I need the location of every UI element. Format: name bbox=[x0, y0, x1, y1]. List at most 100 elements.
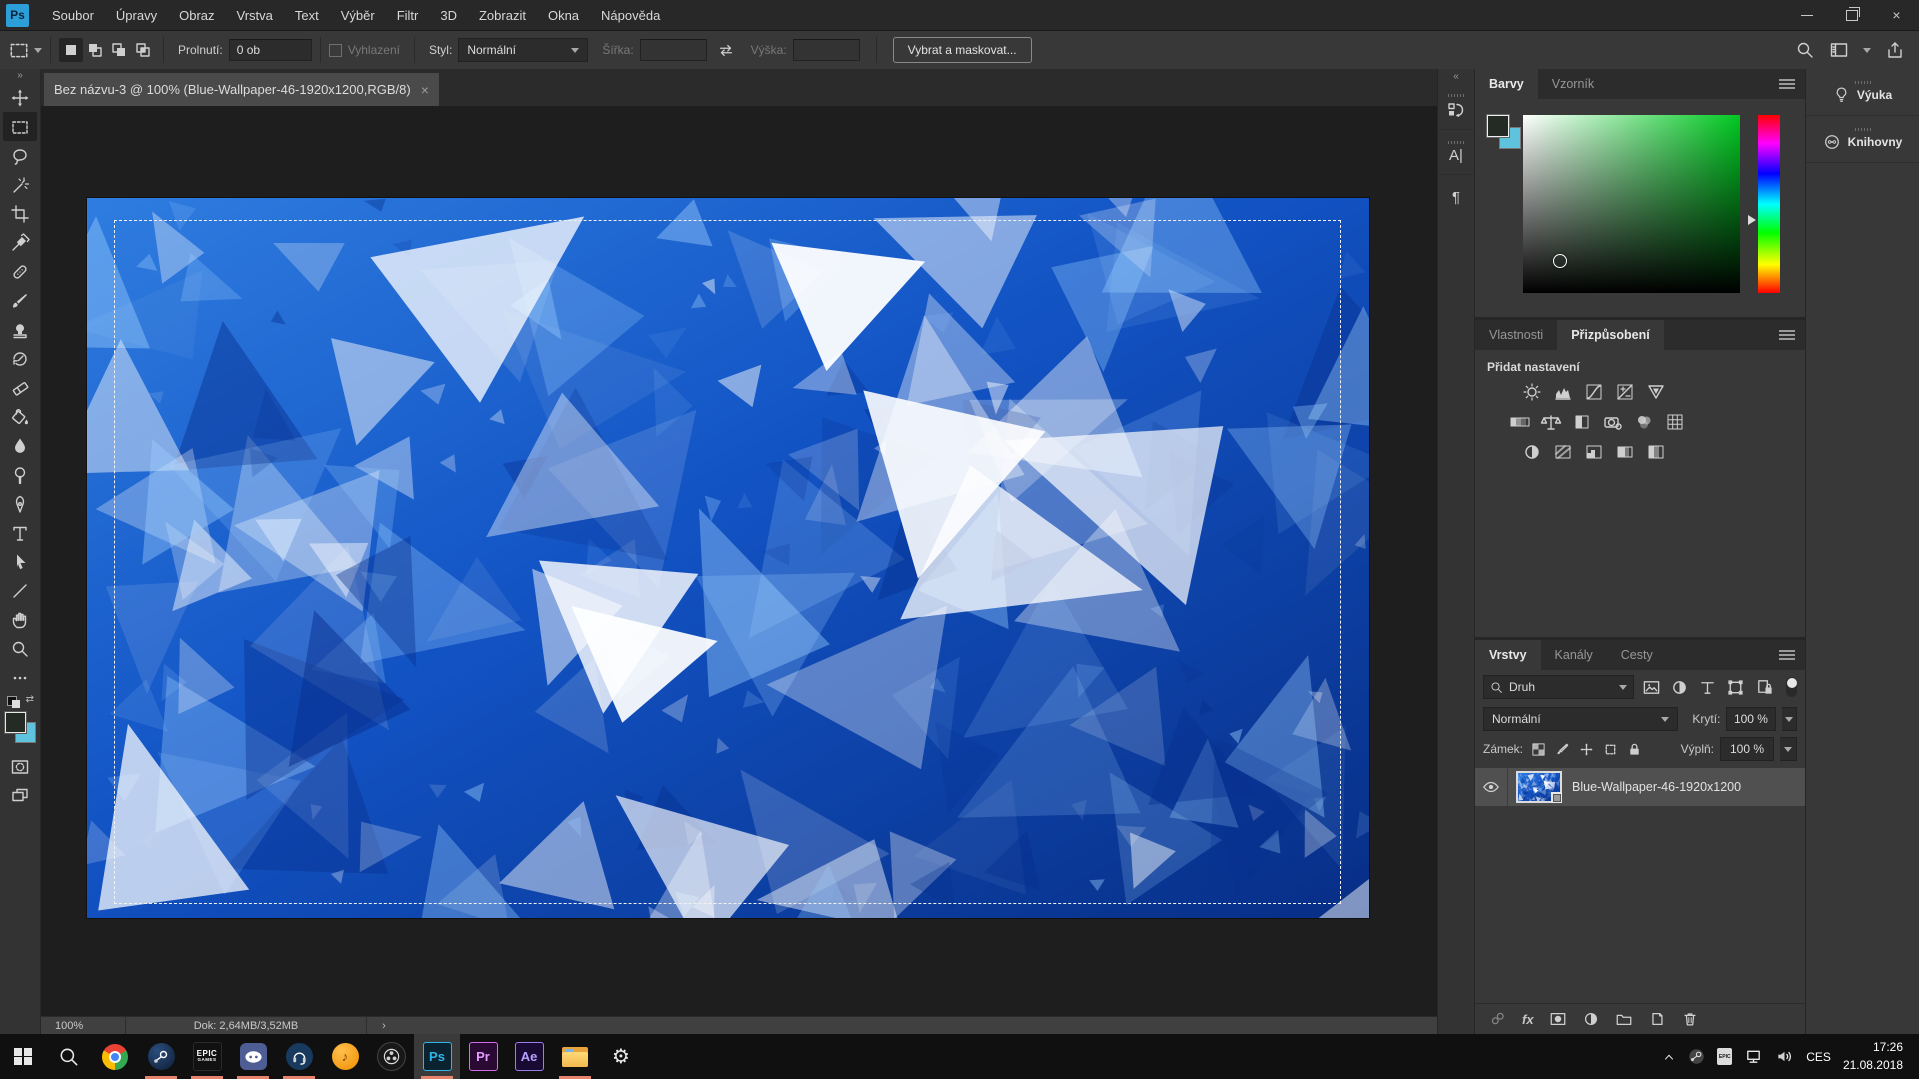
collapse-panels-icon[interactable]: « bbox=[1453, 69, 1459, 85]
opacity-value[interactable]: 100 % bbox=[1726, 707, 1775, 731]
color-picker-circle[interactable] bbox=[1553, 254, 1567, 268]
character-panel-button[interactable]: A| bbox=[1438, 130, 1474, 175]
levels-icon[interactable] bbox=[1552, 382, 1574, 402]
path-select-tool[interactable] bbox=[3, 547, 37, 576]
libraries-panel-button[interactable]: Knihovny bbox=[1806, 116, 1919, 163]
hue-slider[interactable] bbox=[1758, 115, 1780, 293]
taskbar-chrome[interactable] bbox=[92, 1034, 138, 1079]
menu-zobrazit[interactable]: Zobrazit bbox=[468, 8, 537, 23]
start-button[interactable] bbox=[0, 1034, 46, 1079]
color-lookup-icon[interactable] bbox=[1664, 412, 1686, 432]
gradient-map-icon[interactable] bbox=[1614, 442, 1636, 462]
brightness-contrast-icon[interactable] bbox=[1521, 382, 1543, 402]
taskbar-gom-player[interactable]: ♪ bbox=[322, 1034, 368, 1079]
lock-position-icon[interactable] bbox=[1578, 741, 1595, 758]
eraser-tool[interactable] bbox=[3, 373, 37, 402]
lock-transparency-icon[interactable] bbox=[1530, 741, 1547, 758]
crop-tool[interactable] bbox=[3, 199, 37, 228]
menu-vyber[interactable]: Výběr bbox=[330, 8, 386, 23]
tab-vzornik[interactable]: Vzorník bbox=[1538, 69, 1608, 99]
filter-adjustment-layers-icon[interactable] bbox=[1670, 676, 1690, 698]
blur-tool[interactable] bbox=[3, 431, 37, 460]
fill-value[interactable]: 100 % bbox=[1720, 737, 1774, 761]
style-select[interactable]: Normální bbox=[458, 38, 588, 62]
posterize-icon[interactable] bbox=[1552, 442, 1574, 462]
tab-vlastnosti[interactable]: Vlastnosti bbox=[1475, 320, 1557, 350]
adjustment-layer-icon[interactable] bbox=[1582, 1010, 1600, 1028]
learn-panel-button[interactable]: Výuka bbox=[1806, 69, 1919, 116]
height-input[interactable] bbox=[793, 39, 860, 61]
layer-mask-icon[interactable] bbox=[1549, 1010, 1567, 1028]
chevron-down-icon[interactable] bbox=[1863, 48, 1871, 53]
magic-wand-tool[interactable] bbox=[3, 170, 37, 199]
filter-toggle-switch[interactable] bbox=[1786, 677, 1797, 697]
share-icon[interactable] bbox=[1885, 40, 1905, 60]
layer-filter-select[interactable]: Druh bbox=[1483, 675, 1634, 699]
lasso-tool[interactable] bbox=[3, 141, 37, 170]
clock[interactable]: 17:26 21.08.2018 bbox=[1843, 1039, 1909, 1074]
taskbar-voice-chat[interactable] bbox=[276, 1034, 322, 1079]
tab-cesty[interactable]: Cesty bbox=[1607, 640, 1667, 670]
close-button[interactable]: × bbox=[1874, 0, 1919, 30]
opacity-chevron[interactable] bbox=[1782, 707, 1797, 731]
tray-steam-icon[interactable] bbox=[1688, 1048, 1705, 1065]
healing-brush-tool[interactable] bbox=[3, 257, 37, 286]
layer-row[interactable]: Blue-Wallpaper-46-1920x1200 bbox=[1475, 768, 1805, 806]
taskbar-obs[interactable] bbox=[368, 1034, 414, 1079]
layer-effects-icon[interactable]: fx bbox=[1522, 1012, 1534, 1027]
menu-soubor[interactable]: Soubor bbox=[41, 8, 105, 23]
volume-icon[interactable] bbox=[1775, 1047, 1794, 1066]
panel-menu-icon[interactable] bbox=[1779, 648, 1795, 662]
paint-bucket-tool[interactable] bbox=[3, 402, 37, 431]
add-selection-button[interactable] bbox=[83, 38, 107, 62]
lock-all-icon[interactable] bbox=[1626, 741, 1643, 758]
document-tab[interactable]: Bez názvu-3 @ 100% (Blue-Wallpaper-46-19… bbox=[44, 73, 439, 106]
panel-menu-icon[interactable] bbox=[1779, 77, 1795, 91]
hue-saturation-icon[interactable] bbox=[1509, 412, 1531, 432]
invert-icon[interactable] bbox=[1521, 442, 1543, 462]
move-tool[interactable] bbox=[3, 83, 37, 112]
menu-obraz[interactable]: Obraz bbox=[168, 8, 225, 23]
select-and-mask-button[interactable]: Vybrat a maskovat... bbox=[893, 37, 1032, 63]
toolbar-expand-icon[interactable]: » bbox=[17, 69, 23, 83]
swap-colors-icon[interactable]: ⇄ bbox=[3, 694, 37, 708]
taskbar-premiere[interactable]: Pr bbox=[460, 1034, 506, 1079]
lock-artboard-icon[interactable] bbox=[1602, 741, 1619, 758]
feather-input[interactable]: 0 ob bbox=[229, 39, 312, 61]
photo-filter-icon[interactable] bbox=[1602, 412, 1624, 432]
layer-name[interactable]: Blue-Wallpaper-46-1920x1200 bbox=[1572, 780, 1741, 794]
new-layer-icon[interactable] bbox=[1648, 1010, 1666, 1028]
brush-tool[interactable] bbox=[3, 286, 37, 315]
panel-menu-icon[interactable] bbox=[1779, 328, 1795, 342]
width-input[interactable] bbox=[640, 39, 707, 61]
workspace-switcher-icon[interactable] bbox=[1829, 40, 1849, 60]
restore-button[interactable] bbox=[1829, 0, 1874, 30]
menu-filtr[interactable]: Filtr bbox=[386, 8, 430, 23]
tray-epic-icon[interactable]: EPIC bbox=[1717, 1048, 1732, 1065]
taskbar-search-button[interactable] bbox=[46, 1034, 92, 1079]
lock-pixels-icon[interactable] bbox=[1554, 741, 1571, 758]
fill-chevron[interactable] bbox=[1780, 737, 1797, 761]
screen-mode-button[interactable] bbox=[3, 781, 37, 810]
tab-close-icon[interactable]: × bbox=[421, 82, 429, 98]
menu-vrstva[interactable]: Vrstva bbox=[226, 8, 284, 23]
subtract-selection-button[interactable] bbox=[107, 38, 131, 62]
foreground-color-swatch[interactable] bbox=[5, 712, 26, 733]
zoom-tool[interactable] bbox=[3, 634, 37, 663]
type-tool[interactable] bbox=[3, 518, 37, 547]
pen-tool[interactable] bbox=[3, 489, 37, 518]
tab-barvy[interactable]: Barvy bbox=[1475, 69, 1538, 99]
intersect-selection-button[interactable] bbox=[131, 38, 155, 62]
color-field[interactable] bbox=[1523, 115, 1740, 293]
delete-layer-icon[interactable] bbox=[1681, 1010, 1699, 1028]
eyedropper-tool[interactable] bbox=[3, 228, 37, 257]
blend-mode-select[interactable]: Normální bbox=[1483, 707, 1678, 731]
foreground-color-swatch[interactable] bbox=[1487, 115, 1509, 137]
menu-okna[interactable]: Okna bbox=[537, 8, 590, 23]
foreground-background-swatches[interactable] bbox=[3, 712, 37, 746]
color-balance-icon[interactable] bbox=[1540, 412, 1562, 432]
search-icon[interactable] bbox=[1795, 40, 1815, 60]
vibrance-icon[interactable] bbox=[1645, 382, 1667, 402]
language-indicator[interactable]: CES bbox=[1806, 1050, 1831, 1064]
selective-color-icon[interactable] bbox=[1645, 442, 1667, 462]
